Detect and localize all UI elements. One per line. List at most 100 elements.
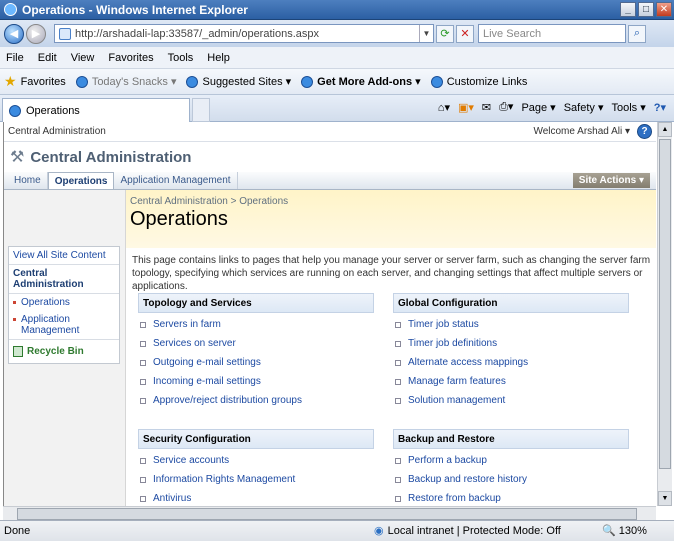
address-toolbar: ◀ ▶ http://arshadali-lap:33587/_admin/op… <box>0 20 674 47</box>
ie-page-icon <box>301 75 314 88</box>
scroll-thumb-horizontal[interactable] <box>17 508 637 520</box>
section-global-config: Global Configuration Timer job status Ti… <box>393 293 629 410</box>
link-timer-job-definitions[interactable]: Timer job definitions <box>393 334 629 353</box>
menu-bar: File Edit View Favorites Tools Help <box>0 47 674 69</box>
ie-page-icon <box>75 75 88 88</box>
page-icon <box>59 27 71 40</box>
link-service-accounts[interactable]: Service accounts <box>138 451 374 470</box>
home-icon[interactable]: ⌂▾ <box>438 101 450 114</box>
horizontal-scrollbar[interactable] <box>3 506 656 520</box>
back-button[interactable]: ◀ <box>4 23 24 44</box>
stop-icon[interactable]: ✕ <box>456 24 474 43</box>
link-antivirus[interactable]: Antivirus <box>138 489 374 506</box>
left-link-operations[interactable]: Operations <box>9 294 119 311</box>
help-icon[interactable]: ?▾ <box>654 101 666 114</box>
safety-menu[interactable]: Safety ▾ <box>564 101 604 114</box>
section-security-config: Security Configuration Service accounts … <box>138 429 374 506</box>
tab-label: Operations <box>26 104 80 117</box>
menu-help[interactable]: Help <box>207 52 230 64</box>
page-content: Central Administration Welcome Arshad Al… <box>3 122 656 506</box>
command-bar: ⌂▾ ▣▾ ✉ ⎙▾ Page ▾ Safety ▾ Tools ▾ ?▾ <box>438 100 666 114</box>
link-servers-in-farm[interactable]: Servers in farm <box>138 315 374 334</box>
link-incoming-email[interactable]: Incoming e-mail settings <box>138 372 374 391</box>
tab-home[interactable]: Home <box>8 172 48 189</box>
tools-logo-icon: ⚒ <box>10 149 25 166</box>
favorites-label: Favorites <box>20 75 66 88</box>
intro-text: This page contains links to pages that h… <box>132 255 651 292</box>
site-title[interactable]: Central Administration <box>30 149 191 166</box>
link-information-rights-management[interactable]: Information Rights Management <box>138 470 374 489</box>
fav-label: Today's Snacks ▾ <box>91 76 177 88</box>
star-icon: ★ <box>4 73 17 89</box>
fav-todays-snacks[interactable]: Today's Snacks ▾ <box>75 75 177 88</box>
status-text: Done <box>4 525 31 537</box>
sp-help-icon[interactable]: ? <box>637 124 652 139</box>
minimize-button[interactable]: _ <box>620 2 636 17</box>
new-tab-button[interactable] <box>192 98 210 122</box>
close-button[interactable]: ✕ <box>656 2 672 17</box>
zoom-level: 130% <box>618 525 647 537</box>
section-heading: Global Configuration <box>393 293 629 313</box>
welcome-menu[interactable]: Welcome Arshad Ali ▾ <box>533 126 630 137</box>
recycle-bin-link[interactable]: Recycle Bin <box>9 339 119 363</box>
section-topology: Topology and Services Servers in farm Se… <box>138 293 374 410</box>
scroll-up-icon[interactable]: ▲ <box>658 122 672 137</box>
zone-text: Local intranet | Protected Mode: Off <box>387 524 561 537</box>
forward-button[interactable]: ▶ <box>26 23 46 44</box>
tab-operations[interactable]: Operations <box>2 98 190 122</box>
zoom-icon: 🔍 <box>602 525 616 537</box>
link-solution-management[interactable]: Solution management <box>393 391 629 410</box>
maximize-button[interactable]: □ <box>638 2 654 17</box>
ie-page-icon <box>186 75 199 88</box>
link-backup-restore-history[interactable]: Backup and restore history <box>393 470 629 489</box>
view-all-site-content-link[interactable]: View All Site Content <box>9 247 119 265</box>
section-heading: Security Configuration <box>138 429 374 449</box>
link-timer-job-status[interactable]: Timer job status <box>393 315 629 334</box>
menu-file[interactable]: File <box>6 52 24 64</box>
top-nav: Home Operations Application Management S… <box>4 172 656 190</box>
menu-favorites[interactable]: Favorites <box>108 52 153 64</box>
address-url: http://arshadali-lap:33587/_admin/operat… <box>75 27 319 40</box>
menu-edit[interactable]: Edit <box>38 52 57 64</box>
central-admin-heading[interactable]: Central Administration <box>9 265 119 294</box>
security-zone[interactable]: ◉ Local intranet | Protected Mode: Off <box>374 524 561 538</box>
site-actions-button[interactable]: Site Actions ▾ <box>572 173 650 188</box>
fav-get-more-addons[interactable]: Get More Add-ons ▾ <box>301 75 421 88</box>
left-link-application-management[interactable]: Application Management <box>9 311 119 339</box>
fav-customize-links[interactable]: Customize Links <box>430 75 527 88</box>
menu-view[interactable]: View <box>71 52 95 64</box>
tab-application-management[interactable]: Application Management <box>114 172 238 189</box>
zoom-control[interactable]: 🔍 130% <box>602 524 647 537</box>
search-placeholder: Live Search <box>483 27 542 40</box>
favorites-button[interactable]: ★ Favorites <box>4 73 66 90</box>
search-icon[interactable]: ⌕ <box>628 24 646 43</box>
link-services-on-server[interactable]: Services on server <box>138 334 374 353</box>
link-approve-reject-groups[interactable]: Approve/reject distribution groups <box>138 391 374 410</box>
vertical-scrollbar[interactable]: ▲ ▼ <box>657 122 672 506</box>
feeds-icon[interactable]: ▣▾ <box>458 101 474 114</box>
page-title: Operations <box>130 208 228 230</box>
mail-icon[interactable]: ✉ <box>482 101 491 114</box>
breadcrumb[interactable]: Central Administration > Operations <box>130 196 288 207</box>
link-restore-from-backup[interactable]: Restore from backup <box>393 489 629 506</box>
menu-tools[interactable]: Tools <box>168 52 194 64</box>
tools-menu[interactable]: Tools ▾ <box>611 101 645 114</box>
refresh-icon[interactable]: ⟳ <box>436 24 454 43</box>
address-field[interactable]: http://arshadali-lap:33587/_admin/operat… <box>54 24 434 43</box>
fav-suggested-sites[interactable]: Suggested Sites ▾ <box>186 75 291 88</box>
link-perform-backup[interactable]: Perform a backup <box>393 451 629 470</box>
scroll-down-icon[interactable]: ▼ <box>658 491 672 506</box>
scroll-thumb[interactable] <box>659 139 671 469</box>
link-outgoing-email[interactable]: Outgoing e-mail settings <box>138 353 374 372</box>
print-icon[interactable]: ⎙▾ <box>499 100 513 114</box>
page-menu[interactable]: Page ▾ <box>521 101 555 114</box>
window-titlebar: Operations - Windows Internet Explorer _… <box>0 0 674 20</box>
tab-operations-sp[interactable]: Operations <box>47 172 115 189</box>
section-backup-restore: Backup and Restore Perform a backup Back… <box>393 429 629 506</box>
address-dropdown-icon[interactable]: ▼ <box>419 25 433 42</box>
link-manage-farm-features[interactable]: Manage farm features <box>393 372 629 391</box>
search-input[interactable]: Live Search <box>478 24 626 43</box>
sp-site-link[interactable]: Central Administration <box>8 126 106 137</box>
sp-top-strip: Central Administration Welcome Arshad Al… <box>4 122 656 142</box>
link-alternate-access-mappings[interactable]: Alternate access mappings <box>393 353 629 372</box>
